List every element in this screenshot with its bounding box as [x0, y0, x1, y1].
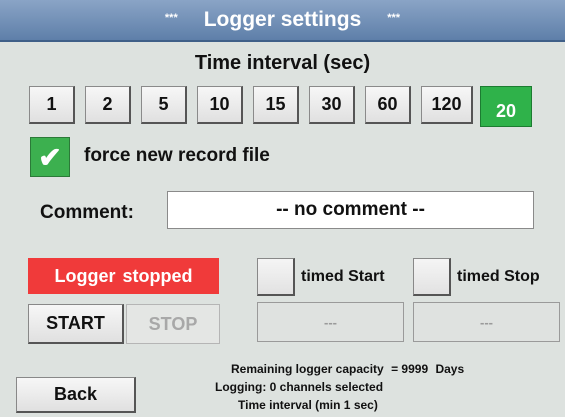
start-button[interactable]: START — [28, 304, 124, 344]
title-bar: *** Logger settings *** — [0, 0, 565, 42]
title-stars-left: *** — [164, 12, 178, 24]
interval-button-60[interactable]: 60 — [365, 86, 411, 124]
interval-button-2[interactable]: 2 — [85, 86, 131, 124]
channels-selected-text: Logging: 0 channels selected — [215, 380, 384, 394]
logger-status-badge: Logger stopped — [28, 258, 219, 294]
interval-button-1[interactable]: 1 — [29, 86, 75, 124]
comment-field[interactable]: -- no comment -- — [167, 191, 534, 229]
remaining-capacity-equals: = — [391, 362, 399, 376]
status-word-state: stopped — [122, 265, 193, 286]
page-title: Logger settings — [203, 8, 362, 31]
force-new-record-label: force new record file — [84, 145, 270, 166]
remaining-capacity-label: Remaining logger capacity — [231, 362, 384, 376]
interval-current-value-field[interactable]: 20 — [480, 86, 532, 127]
comment-label: Comment: — [40, 202, 134, 223]
time-interval-heading: Time interval (sec) — [194, 52, 371, 74]
force-new-record-checkbox[interactable]: ✔ — [30, 137, 70, 177]
timed-stop-label: timed Stop — [457, 268, 540, 285]
back-button[interactable]: Back — [16, 377, 136, 413]
title-stars-right: *** — [387, 12, 401, 24]
interval-button-15[interactable]: 15 — [253, 86, 299, 124]
remaining-capacity-unit: Days — [435, 362, 465, 376]
remaining-capacity-line: Remaining logger capacity = 9999 Days — [231, 362, 464, 376]
timed-start-time-field[interactable]: --- — [257, 302, 404, 342]
status-word-logger: Logger — [54, 265, 116, 286]
interval-button-30[interactable]: 30 — [309, 86, 355, 124]
timed-stop-checkbox[interactable] — [413, 258, 451, 296]
stop-button[interactable]: STOP — [126, 304, 220, 344]
check-icon: ✔ — [38, 141, 62, 173]
timed-start-checkbox[interactable] — [257, 258, 295, 296]
interval-button-120[interactable]: 120 — [421, 86, 473, 124]
interval-note-text: Time interval (min 1 sec) — [238, 398, 378, 412]
interval-button-5[interactable]: 5 — [141, 86, 187, 124]
timed-start-label: timed Start — [301, 268, 385, 285]
timed-stop-time-field[interactable]: --- — [413, 302, 560, 342]
interval-button-10[interactable]: 10 — [197, 86, 243, 124]
remaining-capacity-value: 9999 — [401, 362, 429, 376]
